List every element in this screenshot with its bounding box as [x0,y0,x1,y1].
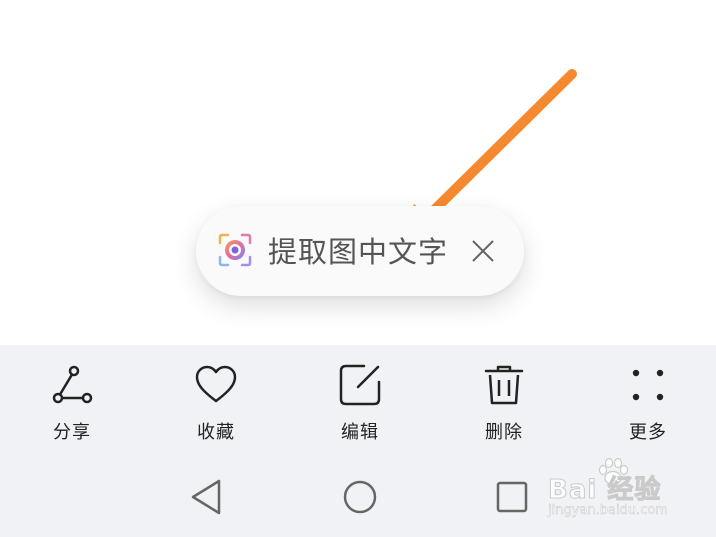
share-label: 分享 [53,422,91,443]
more-dots-icon [632,369,664,401]
extract-text-chip[interactable]: 提取图中文字 [196,206,524,296]
camera-lens-icon [218,233,252,267]
more-button[interactable]: 更多 [593,363,703,445]
share-button[interactable]: 分享 [17,363,127,445]
recent-square-icon[interactable] [492,477,532,517]
edit-icon [339,364,381,406]
trash-icon [484,365,524,405]
heart-icon [195,365,237,403]
delete-button[interactable]: 删除 [449,363,559,445]
close-icon[interactable] [471,239,495,263]
back-triangle-icon[interactable] [187,477,227,517]
edit-button[interactable]: 编辑 [305,363,415,445]
favorite-button[interactable]: 收藏 [161,363,271,445]
more-label: 更多 [629,422,667,443]
share-icon [52,365,93,404]
delete-label: 删除 [485,422,523,443]
edit-label: 编辑 [341,422,379,443]
bottom-action-bar: 分享 收藏 编辑 删除 更多 [0,345,716,537]
extract-text-label: 提取图中文字 [268,235,449,269]
favorite-label: 收藏 [197,422,235,443]
home-circle-icon[interactable] [340,477,380,517]
system-nav-bar [0,460,716,537]
